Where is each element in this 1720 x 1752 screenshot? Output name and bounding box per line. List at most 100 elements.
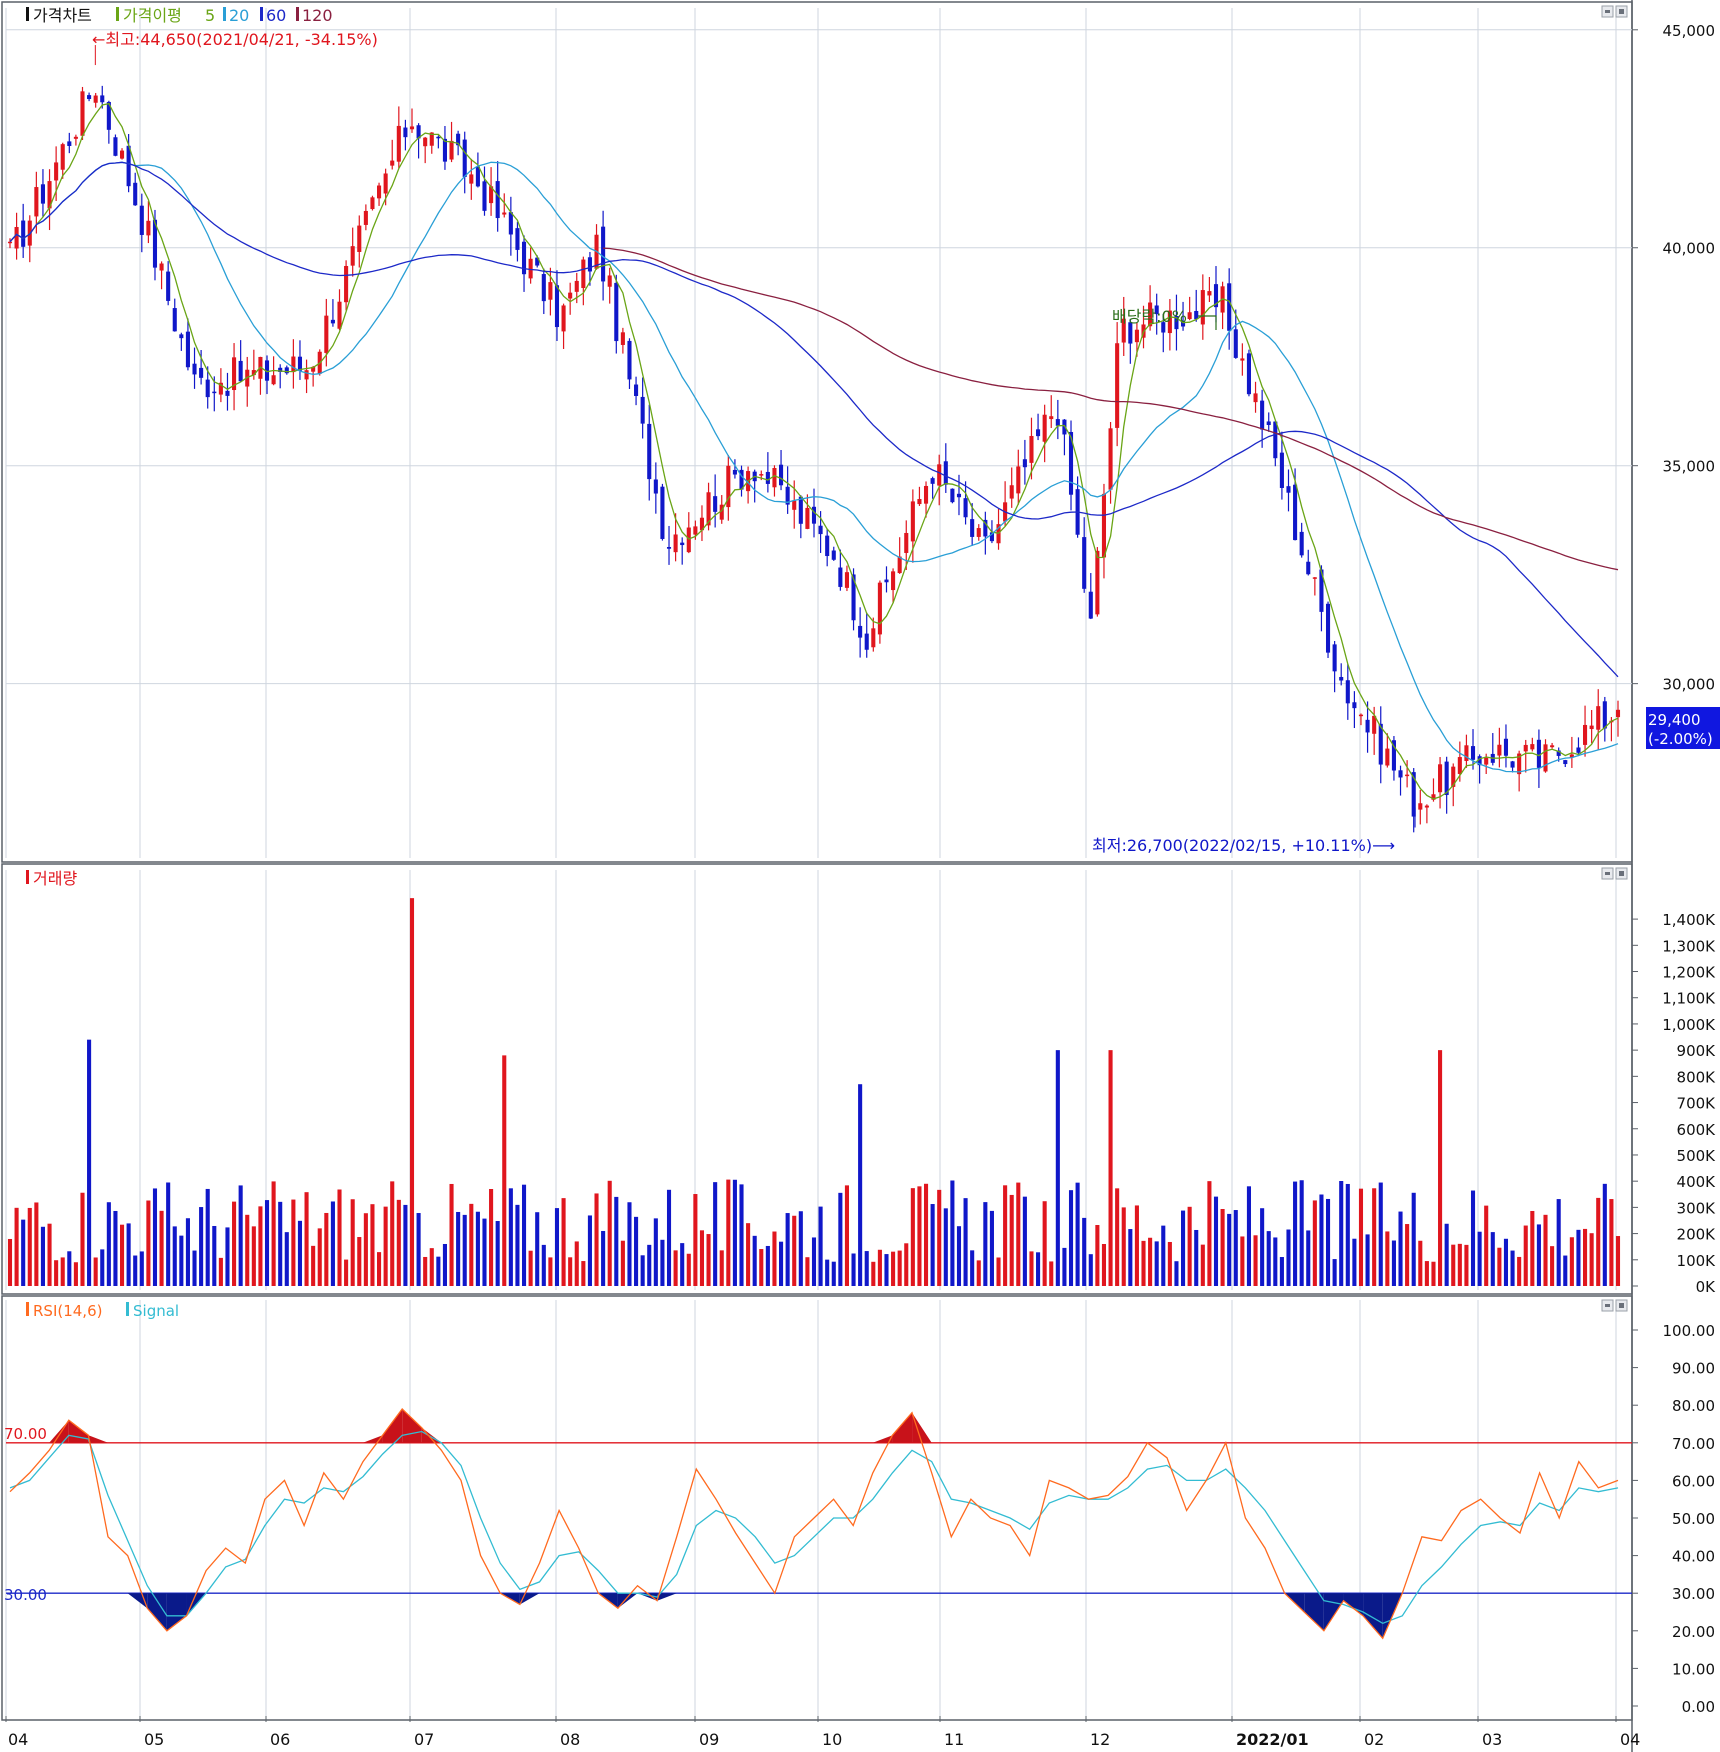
volume-bar [225,1227,230,1286]
candle-body [1589,725,1594,730]
candle-body [1503,738,1509,756]
candle-body [199,367,204,378]
rsi-y-tick-label: 0.00 [1682,1698,1715,1716]
price-legend: 가격차트 가격이평 5 20 60 120 [26,6,333,25]
volume-bar [396,1199,401,1286]
x-tick-label: 12 [1090,1730,1110,1749]
volume-bar [1306,1230,1311,1286]
candle-body [956,493,962,498]
volume-bar [1042,1201,1047,1286]
volume-bar [996,1257,1001,1286]
volume-bar [1563,1255,1568,1286]
volume-bar [1088,1254,1093,1286]
volume-bar [106,1202,111,1286]
volume-bar [568,1257,573,1286]
candle-body [100,95,105,103]
volume-bar [956,1226,962,1286]
volume-bar [60,1257,65,1286]
volume-bar [416,1213,421,1286]
volume-bar [1108,1050,1113,1286]
volume-panel-minimize-button[interactable] [1601,867,1614,880]
dividend-annotation: 배당락:0% [1112,307,1187,326]
rsi-y-tick-label: 10.00 [1672,1660,1715,1678]
volume-bar [554,1208,560,1286]
rsi-panel-close-button[interactable] [1615,1299,1628,1312]
candle-body [357,225,362,252]
legend-marker-ma20 [223,7,226,21]
candle-body [225,390,230,396]
candle-body [291,356,296,373]
candle-body [54,162,59,181]
volume-bar [699,1230,705,1286]
price-panel-minimize-button[interactable] [1601,5,1614,18]
volume-bar [21,1219,26,1286]
candle-body [587,257,592,272]
volume-bar [746,1223,751,1286]
candle-body [660,486,665,539]
volume-panel-close-button[interactable] [1615,867,1628,880]
candle-body [166,271,171,301]
candle-body [548,282,553,300]
volume-bar [917,1186,922,1286]
rsi-overbought-fill [912,1412,932,1443]
candle-body [1405,774,1410,777]
candle-body [568,292,573,299]
candle-body [884,579,889,583]
volume-bar [884,1254,889,1286]
volume-bar [1503,1238,1509,1286]
candle-body [805,507,810,529]
volume-bar [1339,1181,1344,1286]
volume-bar [1556,1199,1561,1286]
volume-bar [1319,1194,1324,1286]
x-tick-label: 11 [944,1730,964,1749]
candle-body [871,628,876,648]
volume-bar [713,1182,718,1286]
candle-body [1082,537,1087,589]
volume-bar [653,1218,658,1286]
x-tick-label: 10 [822,1730,842,1749]
volume-bar [119,1224,125,1286]
rsi-y-tick-label: 20.00 [1672,1623,1715,1641]
volume-bar [1187,1206,1192,1286]
candle-body [620,332,625,345]
candle-body [877,582,882,635]
low-annotation: 최저:26,700(2022/02/15, +10.11%)⟶ [1092,836,1395,855]
price-panel-close-button[interactable] [1615,5,1628,18]
volume-bar [1569,1237,1574,1286]
volume-bar [462,1214,467,1286]
candle-body [1227,283,1232,331]
volume-bar [179,1235,184,1286]
current-change: (-2.00%) [1648,730,1713,748]
volume-bar [871,1261,876,1286]
candle-body [1088,591,1093,619]
volume-bar [1470,1190,1476,1286]
x-tick-label: 03 [1482,1730,1502,1749]
candle-body [765,471,770,484]
candle-body [205,379,210,398]
candle-body [1233,329,1238,358]
candle-body [159,263,164,271]
volume-bar [199,1207,204,1286]
candle-body [344,265,349,303]
volume-y-tick-label: 600K [1677,1121,1717,1139]
ma5-line [9,102,1619,800]
candle-body [1438,764,1443,793]
volume-bar [660,1239,665,1286]
volume-bar [864,1251,869,1286]
candle-body [574,280,579,292]
volume-bar [1543,1214,1548,1286]
rsi-panel-minimize-button[interactable] [1601,1299,1614,1312]
volume-y-tick-label: 200K [1677,1226,1717,1244]
candle-body [409,126,415,130]
volume-bar [1227,1213,1232,1286]
candle-body [1378,723,1383,765]
candle-body [627,340,632,380]
volume-bar [1464,1244,1469,1286]
candle-body [1563,760,1568,765]
volume-bar [1022,1196,1027,1286]
candle-body [1260,400,1265,430]
volume-bar [284,1232,289,1286]
volume-bar [264,1200,270,1286]
volume-bar [1253,1235,1258,1286]
volume-bar [251,1226,256,1286]
